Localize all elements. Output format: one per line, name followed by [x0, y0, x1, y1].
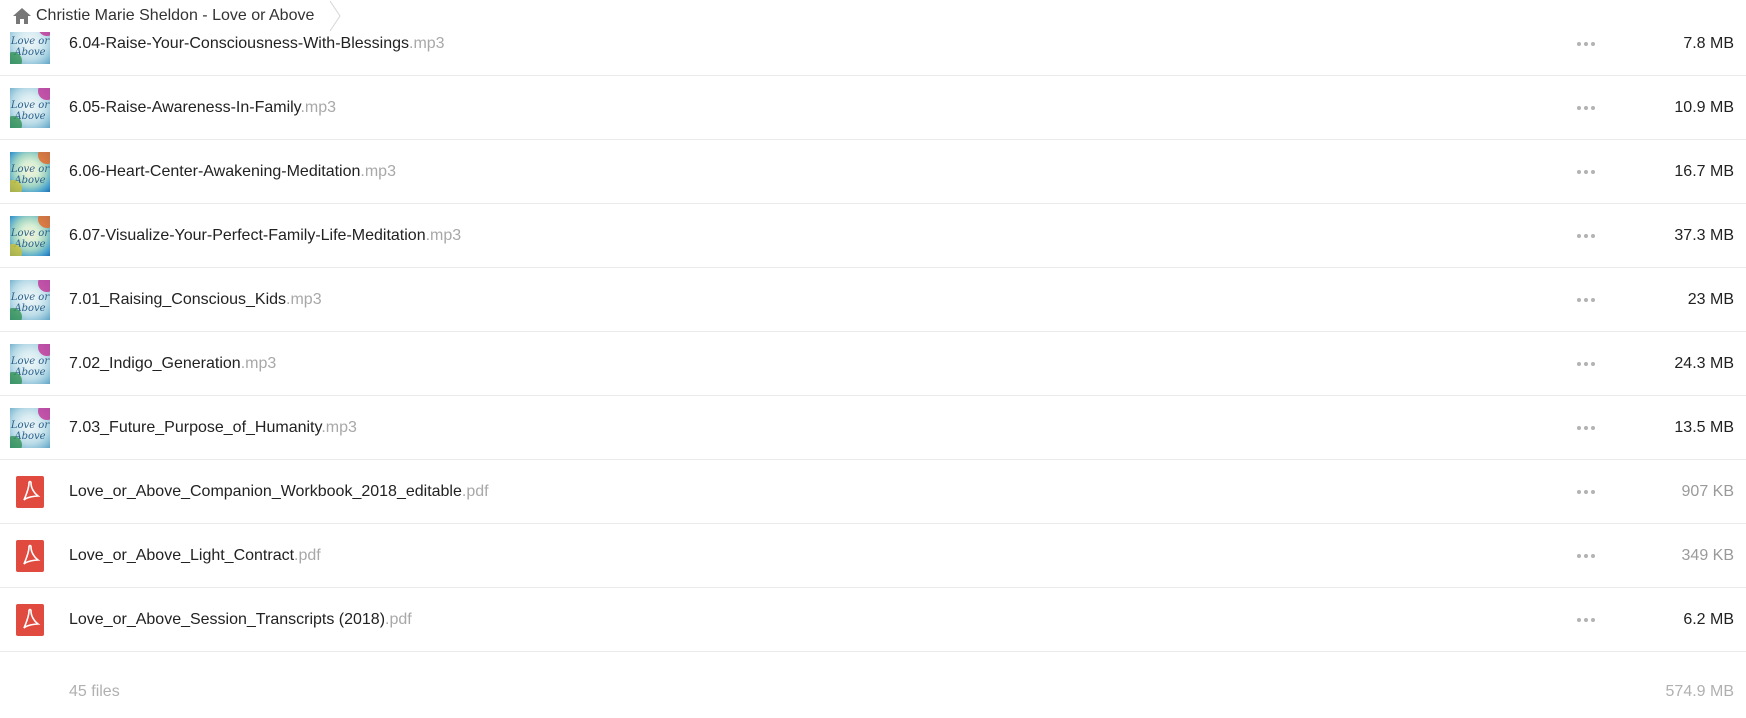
- album-art-thumbnail: Love or Above: [10, 408, 50, 448]
- file-basename: 6.04-Raise-Your-Consciousness-With-Bless…: [69, 35, 409, 52]
- album-art-thumbnail: Love or Above: [10, 216, 50, 256]
- album-art-thumbnail: Love or Above: [10, 280, 50, 320]
- more-options-icon[interactable]: [1574, 162, 1598, 182]
- breadcrumb-current-folder[interactable]: Christie Marie Sheldon - Love or Above: [36, 7, 314, 25]
- file-name[interactable]: 7.03_Future_Purpose_of_Humanity.mp3: [69, 396, 357, 460]
- more-options-icon[interactable]: [1574, 34, 1598, 54]
- file-basename: 6.07-Visualize-Your-Perfect-Family-Life-…: [69, 227, 426, 244]
- pdf-file-icon: [10, 472, 50, 512]
- file-list: Love or Above 6.04-Raise-Your-Consciousne…: [0, 12, 1746, 652]
- file-extension: .mp3: [286, 291, 322, 308]
- file-basename: 7.01_Raising_Conscious_Kids: [69, 291, 287, 308]
- file-name[interactable]: 6.05-Raise-Awareness-In-Family.mp3: [69, 76, 336, 140]
- file-row[interactable]: Love or Above 6.05-Raise-Awareness-In-Fam…: [0, 76, 1746, 140]
- more-options-icon[interactable]: [1574, 610, 1598, 630]
- file-basename: Love_or_Above_Light_Contract: [69, 547, 295, 564]
- file-extension: .pdf: [294, 547, 321, 564]
- file-extension: .pdf: [385, 611, 412, 628]
- file-basename: Love_or_Above_Companion_Workbook_2018_ed…: [69, 483, 462, 500]
- album-art-thumbnail: Love or Above: [10, 344, 50, 384]
- breadcrumb: Christie Marie Sheldon - Love or Above: [0, 0, 343, 32]
- album-art-text: Love or Above: [10, 36, 50, 58]
- file-list-summary: 45 files 574.9 MB: [0, 670, 1746, 718]
- file-extension: .mp3: [321, 419, 357, 436]
- album-art-text: Love or Above: [10, 100, 50, 122]
- file-row[interactable]: Love or Above 7.01_Raising_Conscious_Kids…: [0, 268, 1746, 332]
- file-name[interactable]: 6.07-Visualize-Your-Perfect-Family-Life-…: [69, 204, 461, 268]
- album-art-text: Love or Above: [10, 420, 50, 442]
- file-row[interactable]: Love_or_Above_Session_Transcripts (2018)…: [0, 588, 1746, 652]
- file-basename: 7.02_Indigo_Generation: [69, 355, 241, 372]
- file-basename: 6.05-Raise-Awareness-In-Family: [69, 99, 301, 116]
- breadcrumb-separator-icon: [328, 0, 342, 32]
- file-size: 907 KB: [1681, 483, 1734, 500]
- file-name[interactable]: Love_or_Above_Companion_Workbook_2018_ed…: [69, 460, 489, 524]
- file-size: 7.8 MB: [1683, 35, 1734, 52]
- pdf-file-icon: [10, 600, 50, 640]
- file-extension: .mp3: [300, 99, 337, 116]
- file-extension: .mp3: [409, 35, 445, 52]
- home-icon[interactable]: [12, 6, 32, 26]
- file-size: 24.3 MB: [1674, 355, 1734, 372]
- file-row[interactable]: Love_or_Above_Light_Contract.pdf 349 KB: [0, 524, 1746, 588]
- more-options-icon[interactable]: [1574, 354, 1598, 374]
- more-options-icon[interactable]: [1574, 546, 1598, 566]
- more-options-icon[interactable]: [1574, 98, 1598, 118]
- album-art-text: Love or Above: [10, 164, 50, 186]
- file-name[interactable]: Love_or_Above_Session_Transcripts (2018)…: [69, 588, 412, 652]
- file-row[interactable]: Love_or_Above_Companion_Workbook_2018_ed…: [0, 460, 1746, 524]
- file-row[interactable]: Love or Above 6.06-Heart-Center-Awakening…: [0, 140, 1746, 204]
- file-row[interactable]: Love or Above 7.02_Indigo_Generation.mp3 2…: [0, 332, 1746, 396]
- pdf-file-icon: [10, 536, 50, 576]
- file-count: 45 files: [69, 683, 120, 700]
- album-art-thumbnail: Love or Above: [10, 88, 50, 128]
- file-name[interactable]: Love_or_Above_Light_Contract.pdf: [69, 524, 321, 588]
- file-name[interactable]: 6.06-Heart-Center-Awakening-Meditation.m…: [69, 140, 396, 204]
- file-basename: 7.03_Future_Purpose_of_Humanity: [69, 419, 322, 436]
- file-basename: Love_or_Above_Session_Transcripts (2018): [69, 611, 386, 628]
- more-options-icon[interactable]: [1574, 290, 1598, 310]
- file-row[interactable]: Love or Above 7.03_Future_Purpose_of_Huma…: [0, 396, 1746, 460]
- file-row[interactable]: Love or Above 6.07-Visualize-Your-Perfect…: [0, 204, 1746, 268]
- file-size: 349 KB: [1681, 547, 1734, 564]
- more-options-icon[interactable]: [1574, 226, 1598, 246]
- file-size: 37.3 MB: [1674, 227, 1734, 244]
- file-size: 13.5 MB: [1674, 419, 1734, 436]
- total-size: 574.9 MB: [1665, 683, 1734, 700]
- album-art-text: Love or Above: [10, 356, 50, 378]
- more-options-icon[interactable]: [1574, 482, 1598, 502]
- file-extension: .mp3: [360, 163, 396, 180]
- file-name[interactable]: 7.02_Indigo_Generation.mp3: [69, 332, 276, 396]
- file-size: 6.2 MB: [1683, 611, 1734, 628]
- file-basename: 6.06-Heart-Center-Awakening-Meditation: [69, 163, 361, 180]
- file-extension: .pdf: [461, 483, 489, 500]
- album-art-text: Love or Above: [10, 228, 50, 250]
- more-options-icon[interactable]: [1574, 418, 1598, 438]
- album-art-thumbnail: Love or Above: [10, 152, 50, 192]
- file-name[interactable]: 7.01_Raising_Conscious_Kids.mp3: [69, 268, 322, 332]
- file-extension: .mp3: [240, 355, 277, 372]
- file-size: 23 MB: [1687, 291, 1734, 308]
- file-size: 10.9 MB: [1674, 99, 1734, 116]
- album-art-text: Love or Above: [10, 292, 50, 314]
- file-extension: .mp3: [425, 227, 462, 244]
- file-size: 16.7 MB: [1674, 163, 1734, 180]
